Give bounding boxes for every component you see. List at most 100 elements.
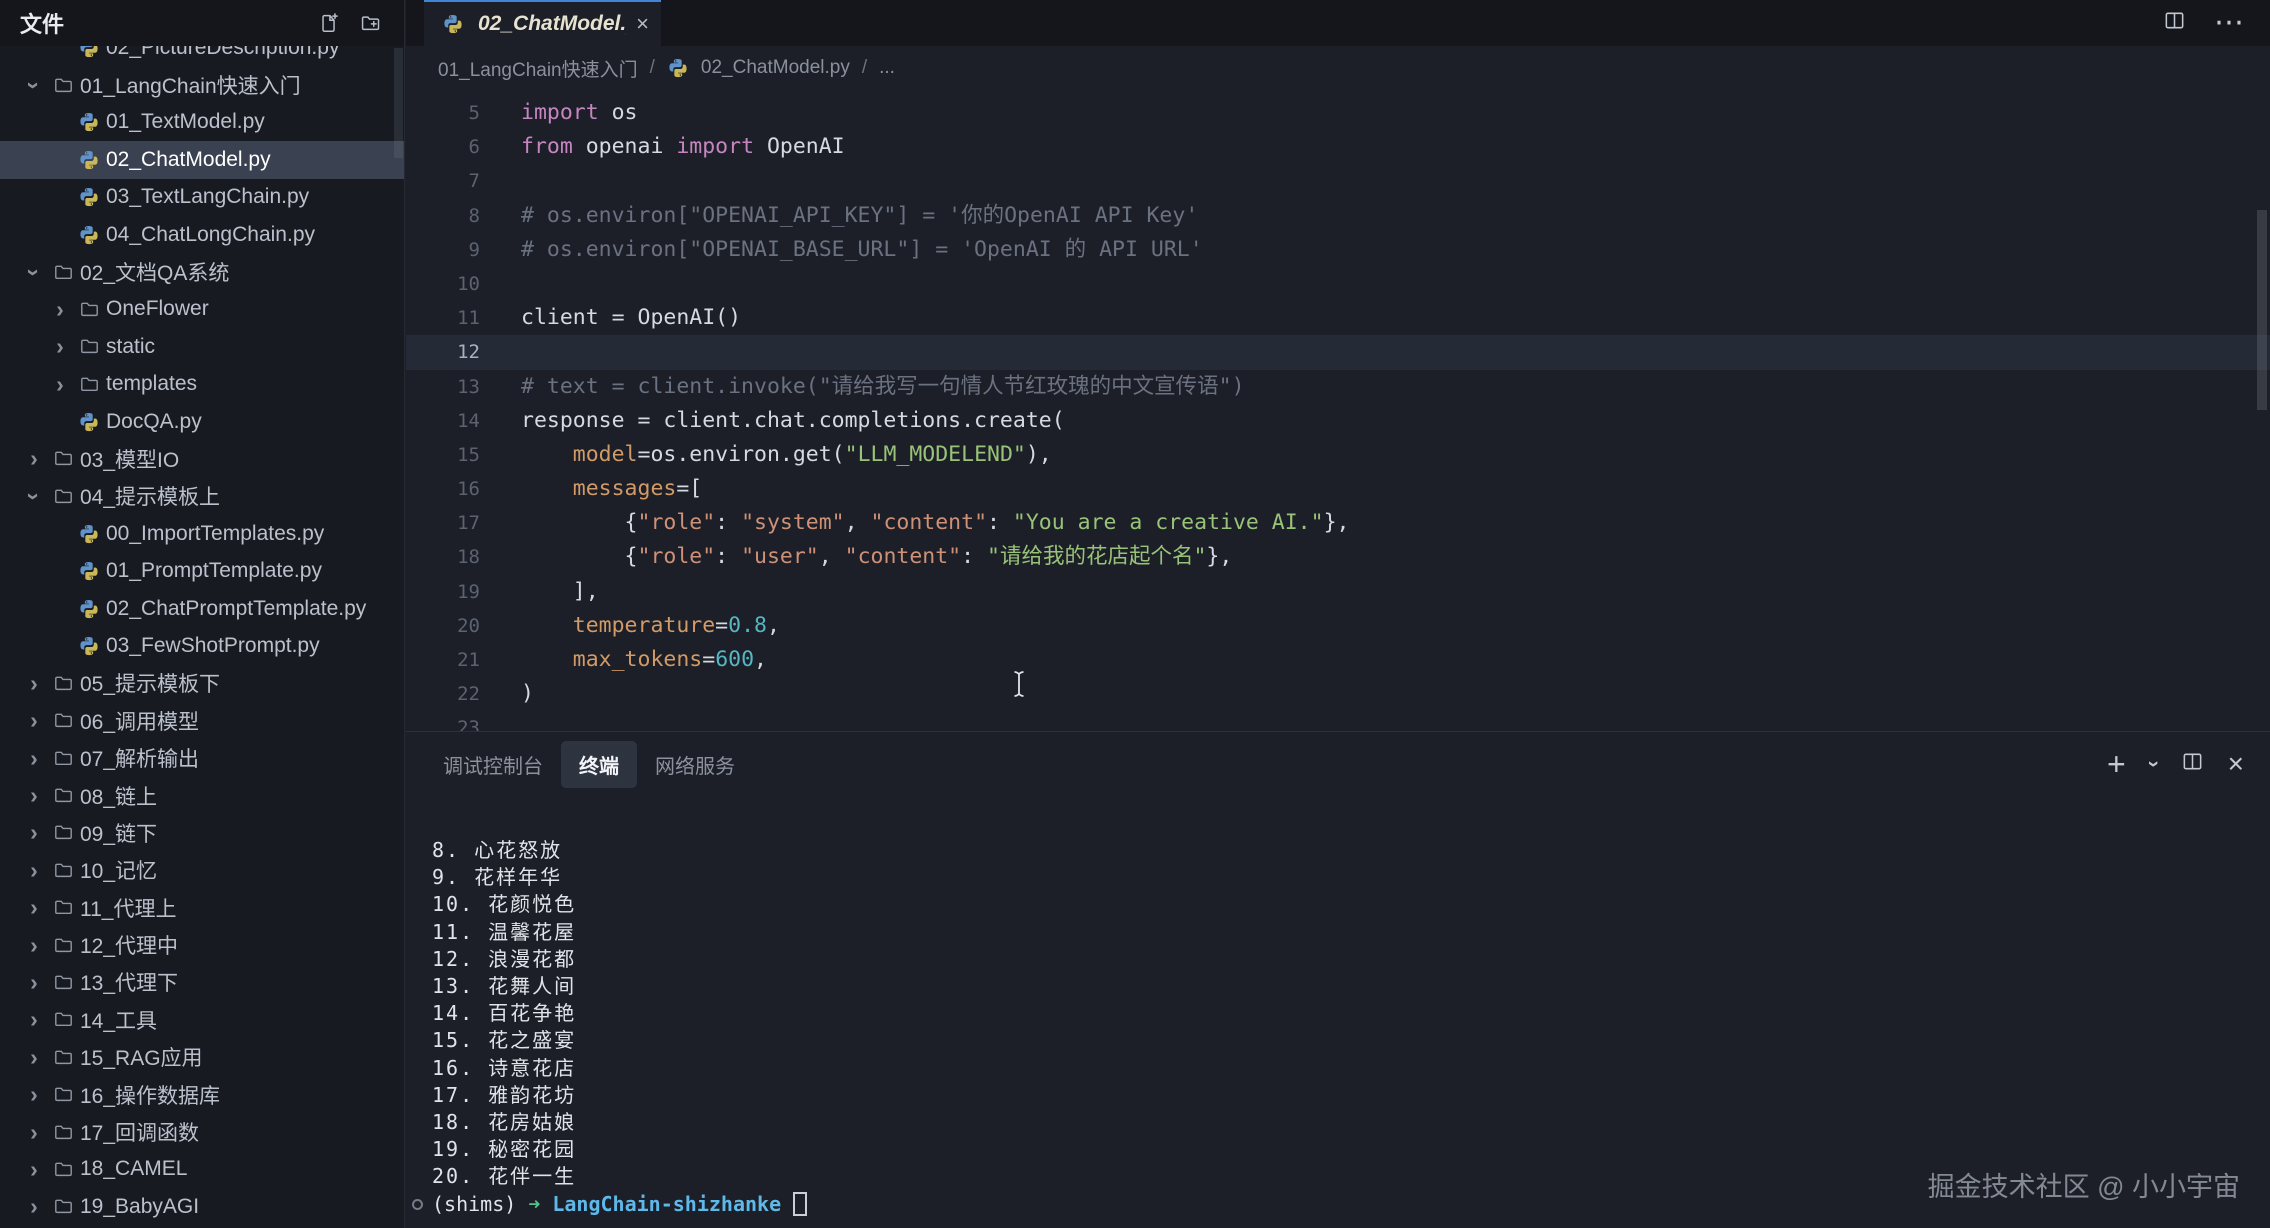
line-number: 10 xyxy=(406,267,480,301)
tree-folder-row[interactable]: ›10_记忆 xyxy=(0,852,404,889)
tree-file-row[interactable]: 04_ChatLongChain.py xyxy=(0,216,404,253)
tree-folder-row[interactable]: ›02_文档QA系统 xyxy=(0,253,404,290)
tree-file-row[interactable]: DocQA.py xyxy=(0,403,404,440)
line-number: 22 xyxy=(406,677,480,711)
new-folder-button[interactable] xyxy=(360,12,382,34)
chevron-right-icon: › xyxy=(20,1044,48,1071)
breadcrumb-item[interactable]: 02_ChatModel.py xyxy=(701,57,850,79)
tree-item-label: 02_ChatModel.py xyxy=(106,148,271,172)
code-line[interactable]: 5import os xyxy=(406,96,2270,130)
code-line[interactable]: 18 {"role": "user", "content": "请给我的花店起个… xyxy=(406,540,2270,574)
command-decoration-icon xyxy=(412,1199,423,1210)
tree-folder-row[interactable]: ›15_RAG应用 xyxy=(0,1039,404,1076)
tree-file-row[interactable]: 00_ImportTemplates.py xyxy=(0,515,404,552)
code-line[interactable]: 6from openai import OpenAI xyxy=(406,130,2270,164)
more-actions-button[interactable]: ⋯ xyxy=(2214,8,2244,38)
split-editor-button[interactable] xyxy=(2163,9,2186,37)
breadcrumb-separator: / xyxy=(862,57,867,79)
bottom-panel: 调试控制台终端网络服务 + › × 8. 心花怒放9. 花样年华10. 花颜悦色… xyxy=(406,731,2270,1228)
terminal[interactable]: 8. 心花怒放9. 花样年华10. 花颜悦色11. 温馨花屋12. 浪漫花都13… xyxy=(406,796,2270,1228)
sidebar-scrollbar[interactable] xyxy=(394,48,403,158)
tree-folder-row[interactable]: ›11_代理上 xyxy=(0,889,404,926)
chevron-right-icon: › xyxy=(20,932,48,959)
tree-folder-row[interactable]: ›03_模型IO xyxy=(0,440,404,477)
line-number: 8 xyxy=(406,199,480,233)
code-editor[interactable]: 5import os6from openai import OpenAI78# … xyxy=(406,90,2270,731)
tree-item-label: 13_代理下 xyxy=(80,967,178,997)
tree-file-row[interactable]: 02_ChatModel.py xyxy=(0,141,404,178)
terminal-line: 15. 花之盛宴 xyxy=(432,1027,2270,1054)
code-line[interactable]: 7 xyxy=(406,164,2270,198)
tree-folder-row[interactable]: ›templates xyxy=(0,366,404,403)
editor-scrollbar[interactable] xyxy=(2257,210,2267,410)
split-panel-button[interactable] xyxy=(2181,750,2204,778)
code-line[interactable]: 16 messages=[ xyxy=(406,472,2270,506)
tree-folder-row[interactable]: ›19_BabyAGI xyxy=(0,1188,404,1225)
tree-folder-row[interactable]: ›17_回调函数 xyxy=(0,1113,404,1150)
tree-folder-row[interactable]: ›01_LangChain快速入门 xyxy=(0,66,404,103)
terminal-dropdown-icon[interactable]: › xyxy=(2141,761,2165,768)
tree-item-label: 05_提示模板下 xyxy=(80,668,220,698)
tree-folder-row[interactable]: ›04_提示模板上 xyxy=(0,478,404,515)
tree-folder-row[interactable]: ›static xyxy=(0,328,404,365)
tree-folder-row[interactable]: ›12_代理中 xyxy=(0,926,404,963)
line-number: 20 xyxy=(406,609,480,643)
tree-folder-row[interactable]: ›16_操作数据库 xyxy=(0,1076,404,1113)
tree-file-row[interactable]: 02_ChatPromptTemplate.py xyxy=(0,590,404,627)
tree-file-row[interactable]: 01_PromptTemplate.py xyxy=(0,552,404,589)
tree-folder-row[interactable]: ›14_工具 xyxy=(0,1001,404,1038)
new-file-button[interactable] xyxy=(318,12,340,34)
folder-icon xyxy=(48,748,78,769)
line-number: 6 xyxy=(406,130,480,164)
code-line[interactable]: 9# os.environ["OPENAI_BASE_URL"] = 'Open… xyxy=(406,233,2270,267)
code-line[interactable]: 19 ], xyxy=(406,575,2270,609)
new-terminal-button[interactable]: + xyxy=(2107,748,2126,780)
chevron-right-icon: › xyxy=(20,1006,48,1033)
code-line[interactable]: 13# text = client.invoke("请给我写一句情人节红玫瑰的中… xyxy=(406,370,2270,404)
panel-tab-network[interactable]: 网络服务 xyxy=(655,750,735,779)
tree-folder-row[interactable]: ›05_提示模板下 xyxy=(0,665,404,702)
breadcrumb-item[interactable]: ... xyxy=(879,57,895,79)
tree-folder-row[interactable]: ›09_链下 xyxy=(0,814,404,851)
panel-tab-debug-console[interactable]: 调试控制台 xyxy=(443,750,543,779)
code-line[interactable]: 23 xyxy=(406,711,2270,731)
chevron-right-icon: › xyxy=(46,333,74,360)
chevron-right-icon: › xyxy=(20,857,48,884)
tree-folder-row[interactable]: ›13_代理下 xyxy=(0,964,404,1001)
close-panel-button[interactable]: × xyxy=(2228,750,2244,778)
tab-02-chatmodel[interactable]: 02_ChatModel.py × xyxy=(424,0,661,46)
tree-folder-row[interactable]: ›07_解析输出 xyxy=(0,739,404,776)
file-tree-viewport: 02_PictureDescription.py›01_LangChain快速入… xyxy=(0,46,404,1228)
tab-close-icon[interactable]: × xyxy=(636,13,649,35)
code-line[interactable]: 11client = OpenAI() xyxy=(406,301,2270,335)
python-file-icon xyxy=(74,599,104,619)
tree-folder-row[interactable]: ›08_链上 xyxy=(0,777,404,814)
prompt-venv: (shims) xyxy=(432,1192,516,1216)
code-line[interactable]: 20 temperature=0.8, xyxy=(406,609,2270,643)
tree-folder-row[interactable]: ›18_CAMEL xyxy=(0,1151,404,1188)
tree-item-label: templates xyxy=(106,372,197,396)
breadcrumb-item[interactable]: 01_LangChain快速入门 xyxy=(438,55,638,82)
chevron-down-icon: › xyxy=(21,482,48,510)
tree-file-row[interactable]: 01_TextModel.py xyxy=(0,104,404,141)
tree-folder-row[interactable]: ›OneFlower xyxy=(0,291,404,328)
code-line[interactable]: 8# os.environ["OPENAI_API_KEY"] = '你的Ope… xyxy=(406,199,2270,233)
folder-icon xyxy=(48,1196,78,1217)
folder-icon xyxy=(48,1159,78,1180)
python-file-icon xyxy=(74,150,104,170)
tree-folder-row[interactable]: ›06_调用模型 xyxy=(0,702,404,739)
tree-file-row[interactable]: 02_PictureDescription.py xyxy=(0,46,404,66)
panel-tab-terminal[interactable]: 终端 xyxy=(561,741,637,788)
folder-icon xyxy=(48,1047,78,1068)
tree-file-row[interactable]: 03_FewShotPrompt.py xyxy=(0,627,404,664)
explorer-header: 文件 xyxy=(0,0,404,46)
code-line[interactable]: 21 max_tokens=600, xyxy=(406,643,2270,677)
code-line[interactable]: 10 xyxy=(406,267,2270,301)
code-line[interactable]: 12 xyxy=(406,335,2270,369)
code-line[interactable]: 15 model=os.environ.get("LLM_MODELEND"), xyxy=(406,438,2270,472)
terminal-line: 13. 花舞人间 xyxy=(432,973,2270,1000)
code-line[interactable]: 14response = client.chat.completions.cre… xyxy=(406,404,2270,438)
code-line[interactable]: 22) xyxy=(406,677,2270,711)
tree-file-row[interactable]: 03_TextLangChain.py xyxy=(0,179,404,216)
code-line[interactable]: 17 {"role": "system", "content": "You ar… xyxy=(406,506,2270,540)
